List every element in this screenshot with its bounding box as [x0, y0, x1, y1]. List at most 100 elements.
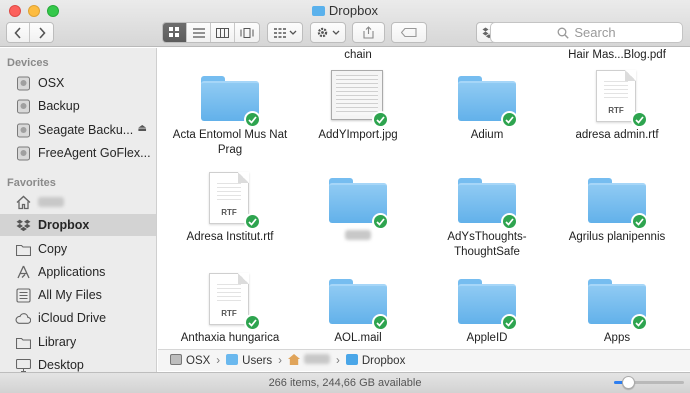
column-view-button[interactable] [211, 23, 235, 42]
image-file-icon [323, 68, 393, 128]
forward-button[interactable] [30, 23, 53, 42]
file-item-folder[interactable]: Apps [553, 271, 681, 346]
folder-icon [195, 68, 265, 128]
disk-icon [15, 75, 31, 91]
sync-check-icon [244, 111, 261, 128]
dropbox-folder-icon [345, 354, 358, 365]
sidebar-item-desktop[interactable]: Desktop [0, 354, 156, 372]
sidebar-item-copy[interactable]: Copy [0, 238, 156, 260]
file-item-folder[interactable]: AdYsThoughts-ThoughtSafe [423, 170, 551, 260]
path-crumb-users[interactable]: Users [226, 354, 272, 367]
edit-tags-button[interactable] [391, 22, 427, 43]
path-separator-icon: › [278, 354, 283, 367]
home-icon [15, 194, 31, 210]
path-bar: OSX › Users › › Dropbox [158, 349, 690, 371]
file-item-rtf[interactable]: RTF Adresa Institut.rtf [166, 170, 294, 245]
file-item-folder[interactable]: Agrilus planipennis [553, 170, 681, 245]
redacted-username [38, 197, 64, 207]
rtf-document-icon: RTF [582, 68, 652, 128]
file-item-folder[interactable]: Acta Entomol Mus Nat Prag [166, 68, 294, 158]
cloud-icon [15, 310, 31, 326]
chevron-right-icon [38, 26, 46, 39]
status-bar: 266 items, 244,66 GB available [0, 372, 690, 393]
chevron-down-icon [289, 30, 296, 35]
folder-icon [452, 68, 522, 128]
file-item-rtf[interactable]: RTF adresa admin.rtf [553, 68, 681, 143]
redacted-folder-name [345, 230, 371, 240]
sidebar: Devices OSX Backup Seagate Backu... ⏏ Fr… [0, 48, 157, 372]
path-separator-icon: › [216, 354, 221, 367]
path-crumb-dropbox[interactable]: Dropbox [345, 354, 405, 367]
file-item-folder[interactable]: Adium [423, 68, 551, 143]
sidebar-item-icloud-drive[interactable]: iCloud Drive [0, 307, 156, 329]
file-item-rtf[interactable]: RTF Anthaxia hungarica [166, 271, 294, 346]
sidebar-item-backup[interactable]: Backup [0, 95, 156, 117]
folder-icon [323, 170, 393, 230]
finder-window: Dropbox Search Devices OSX Backup Seagat… [0, 0, 690, 393]
sidebar-item-seagate[interactable]: Seagate Backu... ⏏ [0, 119, 156, 141]
sidebar-item-freeagent[interactable]: FreeAgent GoFlex... [0, 142, 156, 164]
file-item-folder[interactable]: AOL.mail [294, 271, 422, 346]
path-crumb-home[interactable] [288, 354, 331, 367]
status-text: 266 items, 244,66 GB available [268, 377, 422, 389]
folder-icon [15, 334, 31, 350]
icon-size-slider-knob[interactable] [621, 376, 635, 389]
tag-icon [401, 28, 417, 37]
columns-icon [216, 27, 229, 38]
sync-check-icon [244, 213, 261, 230]
file-item-partial[interactable]: chain [294, 48, 422, 63]
back-button[interactable] [7, 23, 31, 42]
file-item-folder[interactable]: AppleID [423, 271, 551, 346]
folder-icon [15, 241, 31, 257]
sidebar-item-osx[interactable]: OSX [0, 72, 156, 94]
search-field[interactable]: Search [490, 22, 683, 43]
sidebar-item-library[interactable]: Library [0, 331, 156, 353]
file-item-folder[interactable] [294, 170, 422, 245]
redacted-username [304, 354, 331, 364]
disk-icon [15, 122, 31, 138]
rtf-document-icon: RTF [195, 271, 265, 331]
sidebar-item-home[interactable] [0, 191, 156, 213]
chevron-down-icon [332, 30, 340, 35]
grid-icon [169, 27, 179, 37]
folder-icon [452, 170, 522, 230]
sync-check-icon [372, 314, 389, 331]
view-mode-selector [162, 22, 260, 43]
folder-icon [582, 170, 652, 230]
coverflow-view-button[interactable] [235, 23, 259, 42]
sync-check-icon [244, 314, 261, 331]
dropbox-icon [15, 217, 31, 233]
sidebar-heading-devices: Devices [7, 57, 49, 69]
gear-icon [317, 27, 328, 38]
file-item-partial[interactable]: Hair Mas...Blog.pdf [553, 48, 681, 63]
list-icon [192, 27, 205, 38]
sidebar-item-all-my-files[interactable]: All My Files [0, 284, 156, 306]
sync-check-icon [631, 314, 648, 331]
sync-check-icon [372, 213, 389, 230]
action-menu-button[interactable] [310, 22, 346, 43]
chevron-left-icon [14, 26, 21, 39]
eject-icon[interactable]: ⏏ [138, 123, 147, 134]
disk-icon [170, 354, 182, 365]
sync-check-icon [631, 111, 648, 128]
toolbar: Dropbox Search [0, 0, 690, 47]
list-view-button[interactable] [187, 23, 211, 42]
sidebar-item-dropbox[interactable]: Dropbox [0, 214, 156, 236]
disk-icon [15, 145, 31, 161]
icon-view-button[interactable] [163, 23, 187, 42]
sync-check-icon [501, 111, 518, 128]
file-item-image[interactable]: AddYImport.jpg [294, 68, 422, 143]
share-icon [363, 26, 374, 39]
file-grid: chain Hair Mas...Blog.pdf Acta Entomol M… [158, 48, 690, 348]
sidebar-item-applications[interactable]: Applications [0, 261, 156, 283]
dropbox-folder-icon [311, 6, 325, 16]
icon-size-slider[interactable] [614, 376, 684, 389]
path-crumb-osx[interactable]: OSX [170, 354, 210, 367]
applications-icon [15, 264, 31, 280]
arrange-button[interactable] [267, 22, 303, 43]
window-title: Dropbox [0, 3, 690, 18]
arrange-grid-icon [273, 27, 286, 38]
sync-check-icon [501, 314, 518, 331]
share-button[interactable] [352, 22, 385, 43]
home-icon [288, 354, 301, 365]
